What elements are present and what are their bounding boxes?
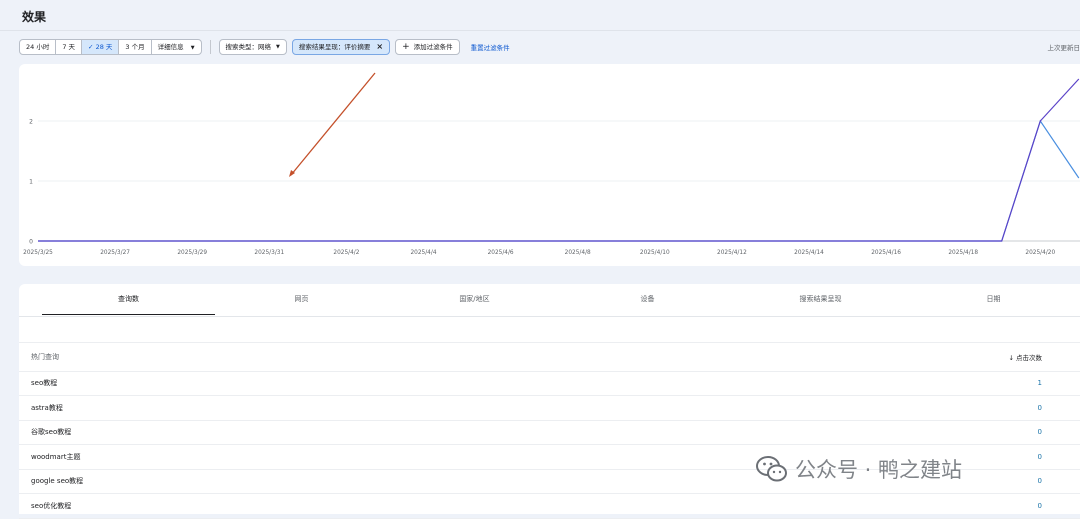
range-7d-button[interactable]: 7 天 xyxy=(56,40,82,54)
x-tick-label: 2025/4/8 xyxy=(565,250,591,256)
table-row[interactable]: seo教程 1 xyxy=(19,371,1080,396)
appearance-filter-chip[interactable]: 搜索结果呈现：评价摘要 × xyxy=(292,39,390,55)
x-tick-label: 2025/4/4 xyxy=(410,250,436,256)
plus-icon: + xyxy=(402,40,410,54)
table-row[interactable]: astra教程 0 xyxy=(19,396,1080,421)
last-updated-text: 上次更新日 xyxy=(1048,42,1080,52)
x-tick-label: 2025/3/29 xyxy=(177,250,207,256)
query-cell: astra教程 xyxy=(31,403,63,413)
x-tick-label: 2025/4/6 xyxy=(488,250,514,256)
range-28d-label: 28 天 xyxy=(96,43,113,51)
query-cell: woodmart主题 xyxy=(31,452,80,462)
dropdown-arrow-icon: ▼ xyxy=(191,45,195,51)
appearance-filter-label: 搜索结果呈现：评价摘要 xyxy=(299,40,371,54)
tab-pages[interactable]: 网页 xyxy=(215,284,388,316)
clicks-cell: 0 xyxy=(1038,404,1042,412)
tab-dates[interactable]: 日期 xyxy=(907,284,1080,316)
x-tick-label: 2025/4/20 xyxy=(1025,250,1055,256)
check-icon: ✓ xyxy=(88,43,96,51)
clicks-cell: 0 xyxy=(1038,502,1042,510)
clicks-cell: 0 xyxy=(1038,477,1042,485)
clicks-cell: 0 xyxy=(1038,428,1042,436)
range-3m-button[interactable]: 3 个月 xyxy=(119,40,151,54)
x-tick-label: 2025/4/14 xyxy=(794,250,824,256)
tab-queries[interactable]: 查询数 xyxy=(42,284,215,315)
clicks-cell: 1 xyxy=(1038,379,1042,387)
more-details-dropdown[interactable]: 详细信息 ▼ xyxy=(152,40,201,54)
date-range-selector: 24 小时 7 天 ✓ 28 天 3 个月 详细信息 ▼ xyxy=(19,39,202,55)
reset-filters-link[interactable]: 重置过滤条件 xyxy=(471,42,510,52)
header-top-queries: 热门查询 xyxy=(31,352,59,362)
clicks-cell: 0 xyxy=(1038,453,1042,461)
wechat-icon xyxy=(755,454,789,484)
tab-search-appearance[interactable]: 搜索结果呈现 xyxy=(734,284,907,316)
x-tick-label: 2025/4/12 xyxy=(717,250,747,256)
tab-devices[interactable]: 设备 xyxy=(561,284,734,316)
range-28d-button[interactable]: ✓ 28 天 xyxy=(82,40,119,54)
toolbar-divider xyxy=(210,40,211,54)
x-tick-label: 2025/4/18 xyxy=(948,250,978,256)
search-type-filter[interactable]: 搜索类型：网络 ▼ xyxy=(219,39,287,55)
table-row[interactable]: 谷歌seo教程 0 xyxy=(19,420,1080,445)
dimension-tabs: 查询数 网页 国家/地区 设备 搜索结果呈现 日期 xyxy=(19,284,1080,317)
y-tick-label: 2 xyxy=(29,119,33,126)
query-cell: seo优化教程 xyxy=(31,501,71,511)
performance-chart-card: 0 1 2 2025/3/25 2025/3/27 2025/3/29 2025/3/31 2… xyxy=(19,64,1080,266)
tab-countries[interactable]: 国家/地区 xyxy=(388,284,561,316)
x-tick-label: 2025/4/10 xyxy=(640,250,670,256)
table-row[interactable]: seo优化教程 0 xyxy=(19,494,1080,519)
watermark-text: 公众号 · 鸭之建站 xyxy=(795,454,962,484)
x-tick-label: 2025/4/2 xyxy=(333,250,359,256)
x-tick-label: 2025/3/25 xyxy=(23,250,53,256)
query-cell: seo教程 xyxy=(31,378,57,388)
add-filter-label: 添加过滤条件 xyxy=(414,40,453,54)
table-toolbar-row xyxy=(19,317,1080,343)
header-divider xyxy=(0,30,1080,31)
y-tick-label: 1 xyxy=(29,179,33,186)
performance-chart: 0 1 2 2025/3/25 2025/3/27 2025/3/29 2025/3/31 2… xyxy=(19,64,1080,266)
series-line-2 xyxy=(38,79,1079,241)
close-icon[interactable]: × xyxy=(376,40,383,54)
more-details-label: 详细信息 xyxy=(158,43,184,51)
y-tick-label: 0 xyxy=(29,239,33,246)
query-cell: google seo教程 xyxy=(31,476,83,486)
header-clicks-label: 点击次数 xyxy=(1016,354,1042,362)
page-title: 效果 xyxy=(22,8,46,25)
range-24h-button[interactable]: 24 小时 xyxy=(20,40,56,54)
header-clicks-sort[interactable]: ↓ 点击次数 xyxy=(1008,352,1042,362)
watermark: 公众号 · 鸭之建站 xyxy=(755,454,962,484)
sort-arrow-icon: ↓ xyxy=(1008,354,1016,362)
add-filter-button[interactable]: + 添加过滤条件 xyxy=(395,39,460,55)
query-cell: 谷歌seo教程 xyxy=(31,427,71,437)
x-tick-label: 2025/4/16 xyxy=(871,250,901,256)
dropdown-arrow-icon: ▼ xyxy=(276,40,280,54)
table-header-row: 热门查询 ↓ 点击次数 xyxy=(19,343,1080,372)
filter-toolbar: 24 小时 7 天 ✓ 28 天 3 个月 详细信息 ▼ 搜索类型：网络 ▼ 搜… xyxy=(19,39,510,55)
x-tick-label: 2025/3/31 xyxy=(254,250,284,256)
x-tick-label: 2025/3/27 xyxy=(100,250,130,256)
search-type-label: 搜索类型：网络 xyxy=(226,40,272,54)
